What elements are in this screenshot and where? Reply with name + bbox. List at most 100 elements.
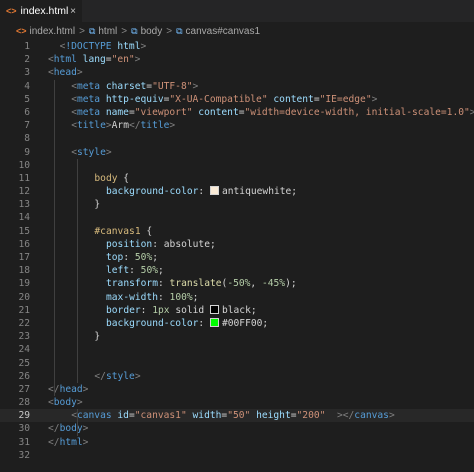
- line-number: 25: [18, 357, 30, 369]
- code-line[interactable]: 30 </body>: [0, 422, 474, 436]
- code-editor[interactable]: 1 <!DOCTYPE html> 2 <html lang="en"> 3 <head>…: [0, 40, 474, 462]
- code-line[interactable]: 11 body {: [0, 171, 474, 186]
- line-number: 28: [18, 397, 30, 409]
- code-line[interactable]: 12 background-color: antiquewhite;: [0, 185, 474, 199]
- code-token: "X-UA-Compatible": [169, 93, 268, 105]
- code-line[interactable]: 24: [0, 343, 474, 357]
- code-line[interactable]: 13}: [0, 198, 474, 212]
- line-number: 32: [18, 449, 30, 461]
- code-token: ;: [192, 291, 199, 303]
- code-line[interactable]: 27</head>: [0, 382, 474, 397]
- code-line[interactable]: 3 <head>: [0, 66, 474, 79]
- code-line[interactable]: 6 <meta name="viewport" content="width=de…: [0, 105, 474, 120]
- line-number: 12: [18, 186, 30, 198]
- close-icon[interactable]: ×: [70, 6, 76, 17]
- indent-guide: [77, 237, 78, 251]
- chevron-right-icon: >: [121, 25, 128, 37]
- code-line[interactable]: 31 </html>: [0, 436, 474, 449]
- color-swatch-icon[interactable]: [209, 304, 219, 314]
- indent-guide: [53, 158, 55, 172]
- code-token: >: [82, 423, 89, 435]
- code-token: "IE=edge": [319, 93, 372, 105]
- breadcrumb-file[interactable]: index.html: [30, 26, 76, 37]
- code-line[interactable]: 9 <style>: [0, 145, 474, 159]
- code-line[interactable]: 26 </style>: [0, 369, 474, 383]
- indent-guide: [53, 198, 55, 212]
- color-swatch-icon[interactable]: [209, 317, 219, 327]
- code-line[interactable]: 8: [0, 132, 474, 146]
- line-number: 20: [18, 291, 30, 303]
- code-token: :: [198, 186, 210, 198]
- indent-guide: [53, 92, 55, 106]
- line-number: 14: [18, 212, 30, 224]
- code-line[interactable]: 16 position: absolute;: [0, 237, 474, 251]
- code-token: >: [82, 436, 89, 448]
- code-token: http-equiv: [105, 93, 164, 105]
- code-line[interactable]: 21 border: 1px solid black;: [0, 303, 474, 317]
- indent-guide: [53, 316, 55, 331]
- code-token: Arm: [111, 120, 129, 132]
- indent-guide: [77, 343, 78, 357]
- code-token: "UTF-8": [152, 80, 193, 92]
- code-token: "200": [296, 410, 326, 422]
- code-line[interactable]: 14: [0, 211, 474, 225]
- indent-guide: [53, 237, 55, 251]
- breadcrumb-canvas[interactable]: canvas#canvas1: [186, 26, 261, 37]
- code-line[interactable]: 20 max-width: 100%;: [0, 290, 474, 304]
- code-line[interactable]: 2 <html lang="en">: [0, 53, 474, 66]
- code-text: </body>: [48, 422, 88, 435]
- code-token: head: [53, 67, 77, 79]
- tab-index-html[interactable]: <> index.html ×: [0, 0, 82, 22]
- indent-guide: [53, 224, 55, 238]
- line-number: 2: [24, 54, 30, 66]
- code-line[interactable]: 5 <meta http-equiv="X-UA-Compatible" cont…: [0, 92, 474, 106]
- code-line[interactable]: 18 left: 50%;: [0, 264, 474, 278]
- line-number: 1: [24, 41, 30, 52]
- code-token: max-width: [106, 291, 158, 303]
- line-number: 8: [24, 133, 30, 145]
- code-line[interactable]: 1 <!DOCTYPE html>: [0, 40, 474, 53]
- code-token: "canvas1": [134, 410, 187, 422]
- breadcrumb-body[interactable]: body: [141, 26, 163, 37]
- code-line[interactable]: 22 background-color: #00FF00;: [0, 316, 474, 331]
- line-number: 6: [24, 106, 30, 118]
- code-line[interactable]: 23}: [0, 330, 474, 344]
- code-line[interactable]: 19 transform: translate(-50%, -45%);: [0, 277, 474, 291]
- code-token: ;: [152, 252, 158, 263]
- code-token: >: [134, 54, 141, 66]
- code-token: meta: [76, 80, 101, 92]
- color-swatch-icon[interactable]: [209, 186, 219, 196]
- line-number: 13: [18, 199, 30, 211]
- code-token: lang: [82, 54, 106, 66]
- code-token: ,: [250, 278, 262, 290]
- indent-guide: [53, 277, 55, 291]
- indent-guide: [77, 264, 78, 278]
- indent-guide: [53, 369, 55, 383]
- code-line[interactable]: 25: [0, 356, 474, 370]
- code-token: content: [198, 106, 239, 118]
- code-token: -45%: [261, 278, 286, 290]
- code-line[interactable]: 15 #canvas1 {: [0, 224, 474, 238]
- indent-guide: [53, 185, 55, 199]
- code-line[interactable]: 7 <title>Arm</title>: [0, 119, 474, 133]
- indent-guide: [77, 251, 78, 265]
- code-line[interactable]: 29 <canvas id="canvas1" width="50" height…: [0, 409, 474, 423]
- line-number: 21: [18, 304, 30, 316]
- breadcrumb-html[interactable]: html: [98, 26, 117, 37]
- code-line[interactable]: 4 <meta charset="UTF-8">: [0, 79, 474, 93]
- indent-guide: [77, 369, 78, 383]
- code-line[interactable]: 10: [0, 158, 474, 172]
- code-line[interactable]: 28 <body>: [0, 396, 474, 409]
- code-line[interactable]: 32: [0, 449, 474, 462]
- code-token: #00FF00;: [221, 317, 269, 329]
- code-token: background-color: [106, 317, 199, 329]
- code-line[interactable]: 17 top: 50%;: [0, 251, 474, 265]
- indent-guide: [77, 224, 78, 238]
- element-icon: ⧉: [131, 25, 138, 36]
- code-token: </: [48, 423, 60, 435]
- code-text: </html>: [48, 436, 88, 449]
- line-number: 5: [24, 93, 30, 105]
- code-token: {: [140, 225, 153, 237]
- code-token: :: [129, 265, 141, 277]
- code-token: );: [285, 278, 297, 290]
